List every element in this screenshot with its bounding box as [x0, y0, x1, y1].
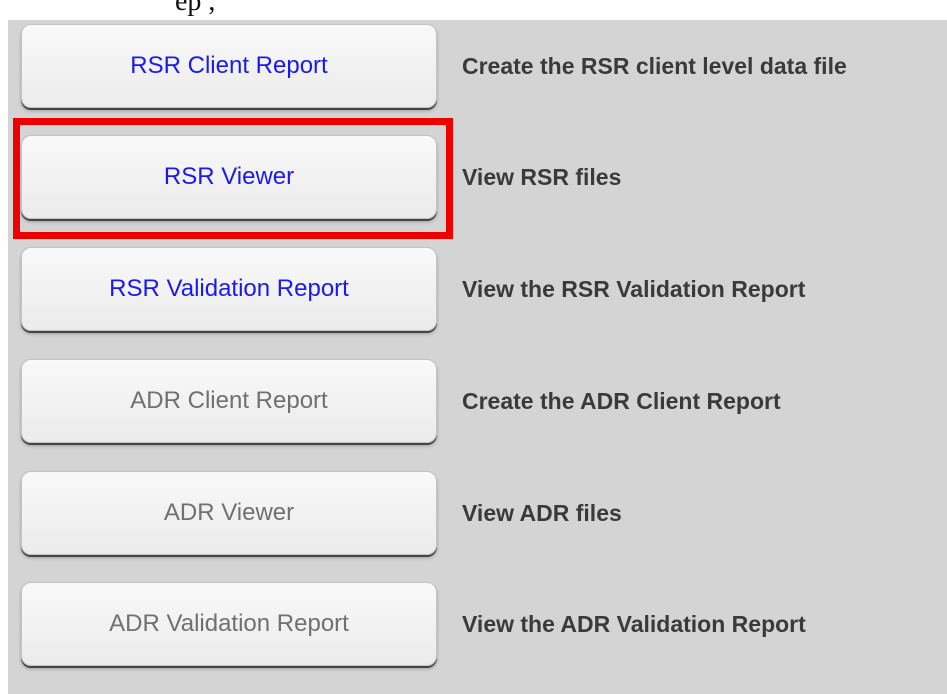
- top-caption-strip: ep ,: [0, 0, 947, 20]
- rsr-viewer-button[interactable]: RSR Viewer: [21, 135, 437, 219]
- rsr-client-report-description: Create the RSR client level data file: [462, 52, 847, 79]
- report-row-rsr-viewer: RSR Viewer View RSR files: [8, 135, 947, 225]
- rsr-client-report-button[interactable]: RSR Client Report: [21, 24, 437, 108]
- adr-client-report-description: Create the ADR Client Report: [462, 387, 781, 414]
- adr-viewer-description: View ADR files: [462, 499, 622, 526]
- top-caption-text: ep ,: [175, 0, 216, 17]
- adr-validation-report-description: View the ADR Validation Report: [462, 610, 806, 637]
- report-row-adr-client: ADR Client Report Create the ADR Client …: [8, 359, 947, 449]
- report-row-rsr-validation: RSR Validation Report View the RSR Valid…: [8, 247, 947, 337]
- adr-validation-report-button[interactable]: ADR Validation Report: [21, 582, 437, 666]
- rsr-validation-report-description: View the RSR Validation Report: [462, 275, 806, 302]
- rsr-viewer-description: View RSR files: [462, 163, 622, 190]
- report-menu-panel: RSR Client Report Create the RSR client …: [8, 0, 947, 694]
- adr-viewer-button[interactable]: ADR Viewer: [21, 471, 437, 555]
- report-row-adr-viewer: ADR Viewer View ADR files: [8, 471, 947, 561]
- adr-client-report-button[interactable]: ADR Client Report: [21, 359, 437, 443]
- rsr-validation-report-button[interactable]: RSR Validation Report: [21, 247, 437, 331]
- report-row-rsr-client: RSR Client Report Create the RSR client …: [8, 24, 947, 114]
- report-row-adr-validation: ADR Validation Report View the ADR Valid…: [8, 582, 947, 672]
